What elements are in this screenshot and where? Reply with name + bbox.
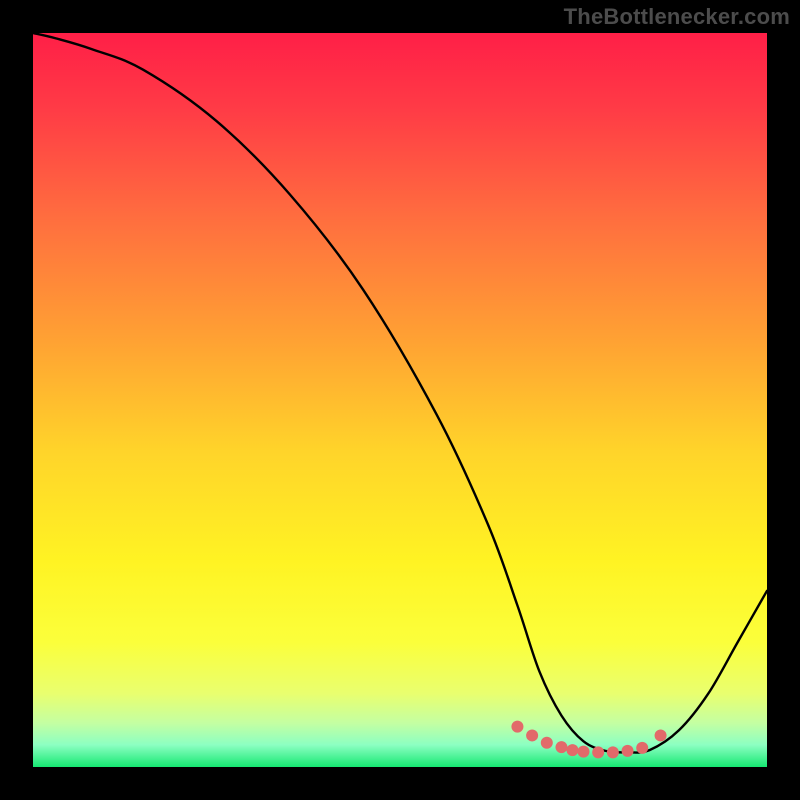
minimum-marker — [566, 744, 578, 756]
chart-frame: TheBottlenecker.com — [0, 0, 800, 800]
bottleneck-chart — [33, 33, 767, 767]
minimum-marker — [607, 746, 619, 758]
minimum-marker — [555, 741, 567, 753]
minimum-marker — [541, 737, 553, 749]
minimum-marker — [622, 745, 634, 757]
watermark-text: TheBottlenecker.com — [564, 4, 790, 30]
plot-area — [33, 33, 767, 767]
minimum-marker — [636, 742, 648, 754]
minimum-marker — [592, 746, 604, 758]
minimum-marker — [655, 729, 667, 741]
minimum-marker — [511, 721, 523, 733]
minimum-marker — [526, 729, 538, 741]
gradient-background — [33, 33, 767, 767]
minimum-marker — [578, 746, 590, 758]
